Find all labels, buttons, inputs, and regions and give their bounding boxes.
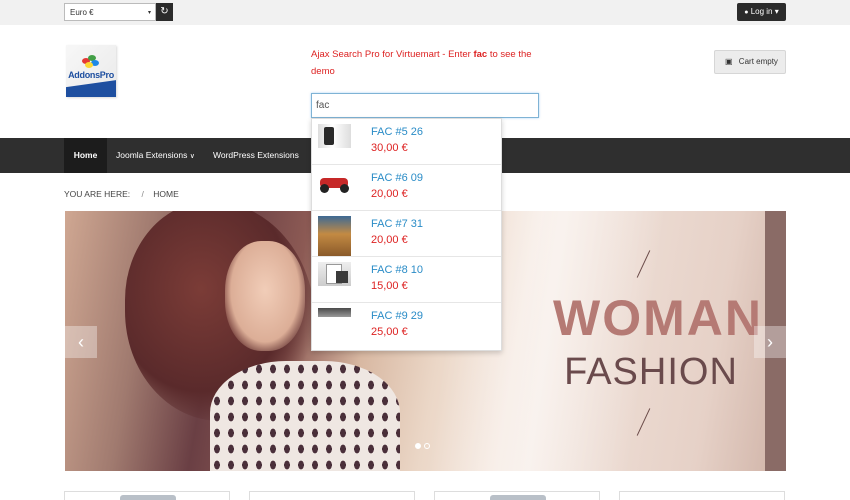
banner-headline: WOMAN [553,290,763,346]
search-input[interactable]: fac [311,93,539,118]
product-card[interactable] [619,491,785,500]
search-result-item[interactable]: FAC #6 09 20,00 € [312,165,501,211]
search-result-item[interactable]: FAC #8 10 15,00 € [312,257,501,303]
promo-prefix: Ajax Search Pro for Virtuemart - Enter [311,49,474,60]
banner-image-face [225,241,305,351]
banner-subheadline: FASHION [564,351,738,393]
promo-keyword: fac [473,49,488,60]
photo-thumbnail [318,216,351,256]
result-name[interactable]: FAC #6 09 [371,172,423,184]
refresh-button[interactable]: ↻ [156,3,173,21]
search-result-item[interactable]: FAC #5 26 30,00 € [312,119,501,165]
breadcrumb-prefix: YOU ARE HERE: [64,189,131,199]
banner-decor-line [636,408,651,436]
search-result-item[interactable]: FAC #7 31 20,00 € [312,211,501,257]
result-price: 30,00 € [371,142,408,154]
nav-item-label: Joomla Extensions [116,150,188,160]
image-thumbnail [318,308,351,317]
slider-dot[interactable] [424,443,430,449]
breadcrumb-separator: / [141,189,144,199]
result-name[interactable]: FAC #5 26 [371,126,423,138]
product-card[interactable] [64,491,230,500]
search-input-value: fac [316,100,330,111]
logo-text: AddonsPro [68,70,114,80]
chevron-left-icon: ‹ [78,332,84,352]
slider-dot-active[interactable] [415,443,421,449]
site-logo[interactable]: AddonsPro [66,45,116,97]
login-button[interactable]: ● Log in ▾ [737,3,786,21]
result-price: 15,00 € [371,280,408,292]
logo-swoosh [66,78,116,97]
document-thumbnail [318,262,351,286]
cart-icon: ▣ [725,57,733,66]
top-bar: Euro € ▾ ↻ ● Log in ▾ [0,0,850,25]
slider-next-button[interactable]: › [754,326,786,358]
currency-value: Euro € [70,8,94,17]
refresh-icon: ↻ [160,6,169,17]
banner-image-dress [210,361,400,471]
currency-select[interactable]: Euro € ▾ [64,3,156,21]
chevron-right-icon: › [767,332,773,352]
logo-mark-icon [82,55,100,69]
slider-pagination [415,441,433,451]
result-price: 25,00 € [371,326,408,338]
login-label: Log in [750,7,773,16]
nav-item-home[interactable]: Home [64,138,107,173]
breadcrumb-current[interactable]: HOME [153,189,179,199]
chevron-down-icon: ∨ [189,153,195,160]
slider-prev-button[interactable]: ‹ [65,326,97,358]
result-name[interactable]: FAC #7 31 [371,218,423,230]
breadcrumb: YOU ARE HERE: / HOME [64,189,179,199]
motorcycle-thumbnail [318,170,351,194]
result-name[interactable]: FAC #8 10 [371,264,423,276]
nav-item-joomla-extensions[interactable]: Joomla Extensions ∨ [116,138,195,173]
result-price: 20,00 € [371,234,408,246]
result-price: 20,00 € [371,188,408,200]
promo-text: Ajax Search Pro for Virtuemart - Enter f… [311,46,551,80]
nav-item-wordpress-extensions[interactable]: WordPress Extensions [213,138,299,173]
cart-button[interactable]: ▣ Cart empty [714,50,786,74]
search-results-dropdown: FAC #5 26 30,00 € FAC #6 09 20,00 € FAC … [311,118,502,351]
chevron-down-icon: ▾ [147,10,151,16]
user-icon: ● [744,9,749,16]
product-card[interactable] [249,491,415,500]
shirt-thumbnail [318,124,351,148]
result-name[interactable]: FAC #9 29 [371,310,423,322]
product-card[interactable] [434,491,600,500]
search-result-item[interactable]: FAC #9 29 25,00 € [312,303,501,349]
cart-label: Cart empty [738,57,778,66]
chevron-down-icon: ▾ [774,7,779,16]
